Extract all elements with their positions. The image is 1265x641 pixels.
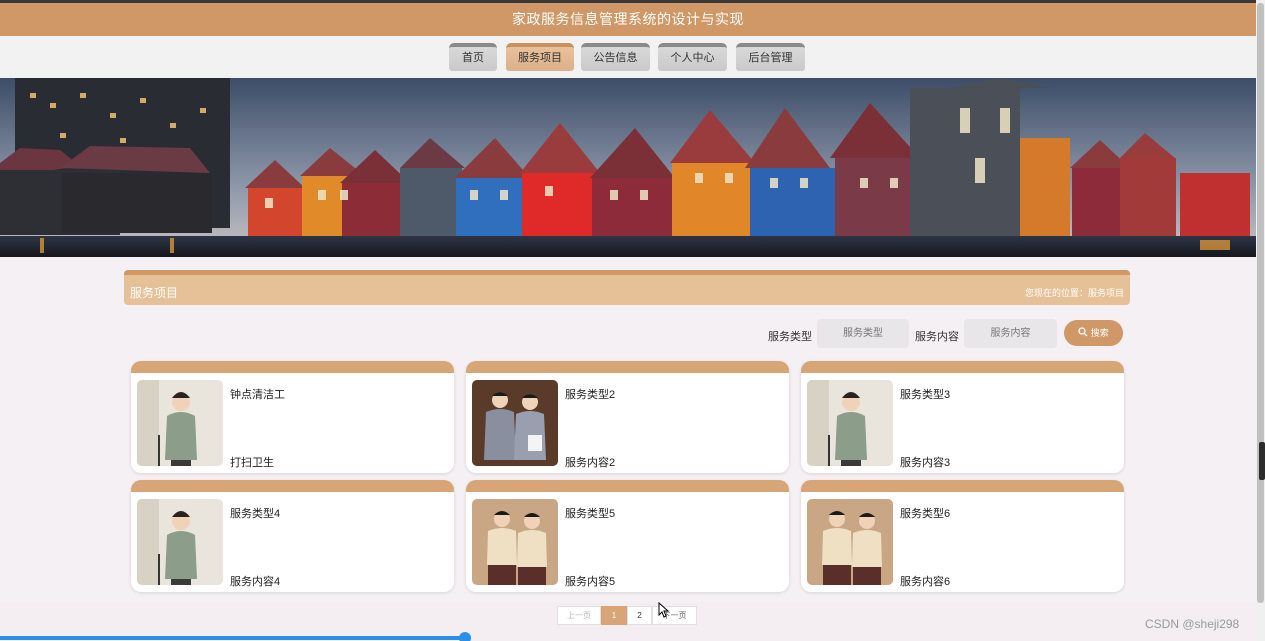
pagination-page-2[interactable]: 2 bbox=[627, 606, 652, 625]
service-type: 钟点清洁工 bbox=[230, 389, 285, 401]
banner-image bbox=[0, 78, 1256, 257]
service-image bbox=[807, 380, 893, 466]
main-nav: 首页 服务项目 公告信息 个人中心 后台管理 bbox=[0, 36, 1256, 78]
service-content: 服务内容4 bbox=[230, 576, 281, 588]
service-image bbox=[472, 380, 558, 466]
progress-bar[interactable] bbox=[0, 636, 465, 640]
service-content: 服务内容6 bbox=[900, 576, 951, 588]
pagination-page-1[interactable]: 1 bbox=[601, 606, 627, 625]
service-type: 服务类型4 bbox=[230, 508, 281, 520]
service-type: 服务类型6 bbox=[900, 508, 951, 520]
service-card[interactable]: 服务类型3 服务内容3 bbox=[801, 361, 1124, 473]
nav-services[interactable]: 服务项目 bbox=[506, 43, 574, 71]
service-type: 服务类型2 bbox=[565, 389, 616, 401]
service-card[interactable]: 服务类型2 服务内容2 bbox=[466, 361, 789, 473]
nav-personal-center[interactable]: 个人中心 bbox=[658, 43, 727, 71]
service-content: 服务内容2 bbox=[565, 457, 616, 469]
service-card[interactable]: 钟点清洁工 打扫卫生 bbox=[131, 361, 454, 473]
service-card[interactable]: 服务类型4 服务内容4 bbox=[131, 480, 454, 592]
service-type: 服务类型5 bbox=[565, 508, 616, 520]
service-content-label: 服务内容 bbox=[915, 331, 959, 343]
service-card[interactable]: 服务类型5 服务内容5 bbox=[466, 480, 789, 592]
top-header: 家政服务信息管理系统的设计与实现 bbox=[0, 0, 1256, 36]
service-content: 打扫卫生 bbox=[230, 457, 274, 469]
hero-banner bbox=[0, 78, 1256, 257]
nav-home[interactable]: 首页 bbox=[449, 43, 497, 71]
section-header: 服务项目 您现在的位置：服务项目 bbox=[124, 270, 1130, 305]
nav-admin[interactable]: 后台管理 bbox=[736, 43, 805, 71]
page-scrollbar[interactable] bbox=[1256, 0, 1265, 641]
site-title: 家政服务信息管理系统的设计与实现 bbox=[512, 11, 744, 27]
service-image bbox=[807, 499, 893, 585]
service-type: 服务类型3 bbox=[900, 389, 951, 401]
service-card[interactable]: 服务类型6 服务内容6 bbox=[801, 480, 1124, 592]
service-content-input[interactable] bbox=[964, 319, 1057, 348]
progress-handle[interactable] bbox=[459, 632, 471, 641]
service-image bbox=[472, 499, 558, 585]
pagination-prev[interactable]: 上一页 bbox=[557, 606, 601, 625]
service-content: 服务内容5 bbox=[565, 576, 616, 588]
mouse-cursor-icon bbox=[658, 602, 670, 618]
watermark: CSDN @sheji298 bbox=[1145, 617, 1240, 631]
service-type-label: 服务类型 bbox=[768, 331, 812, 343]
service-type-input[interactable] bbox=[817, 319, 909, 348]
section-title: 服务项目 bbox=[130, 286, 179, 300]
service-content: 服务内容3 bbox=[900, 457, 951, 469]
search-button[interactable]: 搜索 bbox=[1064, 320, 1123, 346]
nav-announcements[interactable]: 公告信息 bbox=[581, 43, 650, 71]
scroll-indicator bbox=[1259, 442, 1265, 480]
scrollbar-thumb[interactable] bbox=[1257, 3, 1264, 603]
service-image bbox=[137, 499, 223, 585]
breadcrumb: 您现在的位置：服务项目 bbox=[1024, 288, 1124, 298]
search-icon bbox=[1078, 327, 1088, 337]
search-button-label: 搜索 bbox=[1090, 328, 1109, 338]
service-image bbox=[137, 380, 223, 466]
